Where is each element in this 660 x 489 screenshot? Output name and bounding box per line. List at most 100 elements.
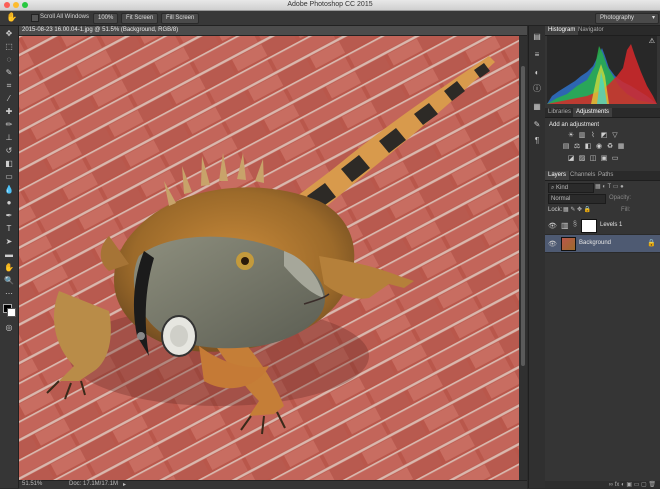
history-brush-tool-icon[interactable]: ↺ xyxy=(3,145,15,156)
levels-icon[interactable]: ▥ xyxy=(578,132,586,140)
app-title: Adobe Photoshop CC 2015 xyxy=(287,1,373,8)
layer-filter-kind[interactable]: ⌕ Kind xyxy=(548,183,594,193)
clone-stamp-tool-icon[interactable]: ⊥ xyxy=(3,132,15,143)
opacity-label: Opacity: xyxy=(609,195,632,201)
healing-brush-tool-icon[interactable]: ✚ xyxy=(3,106,15,117)
brush-panel-icon[interactable]: ✎ xyxy=(532,120,542,130)
tab-adjustments[interactable]: Adjustments xyxy=(573,108,613,117)
zoom-100-button[interactable]: 100% xyxy=(93,13,119,24)
selective-color-icon[interactable]: ▣ xyxy=(600,155,608,163)
layers-tabs: Layers Channels Paths xyxy=(545,171,660,181)
marquee-tool-icon[interactable]: ⬚ xyxy=(3,41,15,52)
document-canvas[interactable] xyxy=(19,36,519,480)
levels-adjustment-icon: ▥ xyxy=(561,221,569,230)
layer-name: Background xyxy=(579,240,612,246)
document-tab-title: 2015-08-23 16.00.04-1.jpg @ 51.5% (Backg… xyxy=(22,27,179,33)
color-balance-icon[interactable]: ⚖ xyxy=(573,143,581,151)
layers-footer-icons[interactable]: ∞ fx ◐ ▣ ▭ ▢ 🗑 xyxy=(545,481,660,488)
document-tab[interactable]: 2015-08-23 16.00.04-1.jpg @ 51.5% (Backg… xyxy=(19,26,527,36)
hue-saturation-icon[interactable]: ▤ xyxy=(562,143,570,151)
exposure-icon[interactable]: ◩ xyxy=(600,132,608,140)
eraser-tool-icon[interactable]: ◧ xyxy=(3,158,15,169)
layer-row[interactable]: 👁 ▥ § Levels 1 xyxy=(545,217,660,235)
brightness-contrast-icon[interactable]: ☀ xyxy=(567,132,575,140)
eye-icon[interactable]: 👁 xyxy=(548,222,557,230)
channel-mixer-icon[interactable]: ♻ xyxy=(606,143,614,151)
tab-paths[interactable]: Paths xyxy=(595,171,616,180)
history-panel-icon[interactable]: ▤ xyxy=(532,32,542,42)
tools-panel: ✥ ⬚ ◌ ✎ ⌗ ⁄ ✚ ✏ ⊥ ↺ ◧ ▭ 💧 ● ✒ T ➤ ▬ ✋ 🔍 … xyxy=(0,26,19,488)
hand-tool-icon[interactable]: ✋ xyxy=(3,262,15,273)
invert-icon[interactable]: ◪ xyxy=(567,155,575,163)
quick-select-tool-icon[interactable]: ✎ xyxy=(3,67,15,78)
fill-screen-button[interactable]: Fill Screen xyxy=(161,13,200,24)
layer-mask-thumbnail[interactable] xyxy=(581,219,597,233)
scrollbar-thumb[interactable] xyxy=(521,66,525,366)
tab-channels[interactable]: Channels xyxy=(567,171,598,180)
layer-thumbnail xyxy=(561,237,576,251)
black-white-icon[interactable]: ◧ xyxy=(584,143,592,151)
adjustments-tabs: Libraries Adjustments xyxy=(545,108,660,118)
histogram-chart: ⚠ xyxy=(547,36,657,104)
photo-filter-icon[interactable]: ◉ xyxy=(595,143,603,151)
layer-row[interactable]: 👁 Background 🔒 xyxy=(545,235,660,253)
blend-mode-select[interactable]: Normal xyxy=(548,194,606,204)
eye-icon[interactable]: 👁 xyxy=(548,240,557,248)
tab-libraries[interactable]: Libraries xyxy=(545,108,574,117)
histogram-graphic xyxy=(547,44,657,104)
posterize-icon[interactable]: ▨ xyxy=(578,155,586,163)
properties-panel-icon[interactable]: ≡ xyxy=(532,50,542,60)
color-panel-icon[interactable]: ◐ xyxy=(532,68,542,78)
background-color-swatch[interactable] xyxy=(7,308,16,317)
lock-label: Lock: xyxy=(548,207,563,213)
threshold-icon[interactable]: ◫ xyxy=(589,155,597,163)
brush-tool-icon[interactable]: ✏ xyxy=(3,119,15,130)
tab-navigator[interactable]: Navigator xyxy=(575,26,607,35)
quick-mask-icon[interactable]: ◎ xyxy=(3,322,15,333)
layer-name: Levels 1 xyxy=(600,222,623,228)
move-tool-icon[interactable]: ✥ xyxy=(3,28,15,39)
canvas-vertical-scrollbar[interactable] xyxy=(519,36,527,480)
options-bar: ✋ Scroll All Windows 100% Fit Screen Fil… xyxy=(0,11,660,26)
curves-icon[interactable]: ⌇ xyxy=(589,132,597,140)
more-tools-icon[interactable]: ⋯ xyxy=(3,288,15,299)
doc-size: Doc: 17.1M/17.1M xyxy=(69,481,119,487)
vibrance-icon[interactable]: ▽ xyxy=(611,132,619,140)
layer-filter-icons[interactable]: ▦ ◐ T ▭ ● xyxy=(595,183,657,192)
path-selection-tool-icon[interactable]: ➤ xyxy=(3,236,15,247)
status-menu-arrow-icon[interactable]: ▸ xyxy=(123,481,126,488)
lock-icon: 🔒 xyxy=(647,240,656,247)
pen-tool-icon[interactable]: ✒ xyxy=(3,210,15,221)
workspace-label: Photography xyxy=(600,15,635,21)
hand-tool-icon[interactable]: ✋ xyxy=(6,12,17,23)
fit-screen-button[interactable]: Fit Screen xyxy=(121,13,159,24)
zoom-level[interactable]: 51.51% xyxy=(22,481,42,487)
lasso-tool-icon[interactable]: ◌ xyxy=(3,54,15,65)
type-tool-icon[interactable]: T xyxy=(3,223,15,234)
lock-icons[interactable]: ▦ ✎ ✥ 🔒 xyxy=(563,206,591,213)
blur-tool-icon[interactable]: 💧 xyxy=(3,184,15,195)
scroll-all-windows-checkbox[interactable] xyxy=(31,14,39,22)
photo-iguana xyxy=(19,36,519,480)
scroll-all-windows-label: Scroll All Windows xyxy=(40,14,90,20)
workspace-select[interactable]: Photography ▾ xyxy=(595,13,659,24)
swatches-panel-icon[interactable]: ▦ xyxy=(532,102,542,112)
gradient-map-icon[interactable]: ▭ xyxy=(611,155,619,163)
right-panels: Histogram Navigator ⚠ Libraries Adjustme… xyxy=(545,26,660,488)
title-bar: Adobe Photoshop CC 2015 xyxy=(0,0,660,11)
chevron-down-icon: ▾ xyxy=(651,15,655,21)
adjustments-title: Add an adjustment xyxy=(549,122,600,128)
character-panel-icon[interactable]: ¶ xyxy=(532,136,542,146)
tab-histogram[interactable]: Histogram xyxy=(545,26,579,35)
color-lookup-icon[interactable]: ▦ xyxy=(617,143,625,151)
search-icon: ⌕ xyxy=(551,185,555,191)
gradient-tool-icon[interactable]: ▭ xyxy=(3,171,15,182)
dodge-tool-icon[interactable]: ● xyxy=(3,197,15,208)
tab-layers[interactable]: Layers xyxy=(545,171,570,180)
crop-tool-icon[interactable]: ⌗ xyxy=(3,80,15,91)
warning-icon[interactable]: ⚠ xyxy=(649,37,655,45)
eyedropper-tool-icon[interactable]: ⁄ xyxy=(3,93,15,104)
zoom-tool-icon[interactable]: 🔍 xyxy=(3,275,15,286)
rectangle-tool-icon[interactable]: ▬ xyxy=(3,249,15,260)
info-panel-icon[interactable]: ⓘ xyxy=(532,84,542,94)
